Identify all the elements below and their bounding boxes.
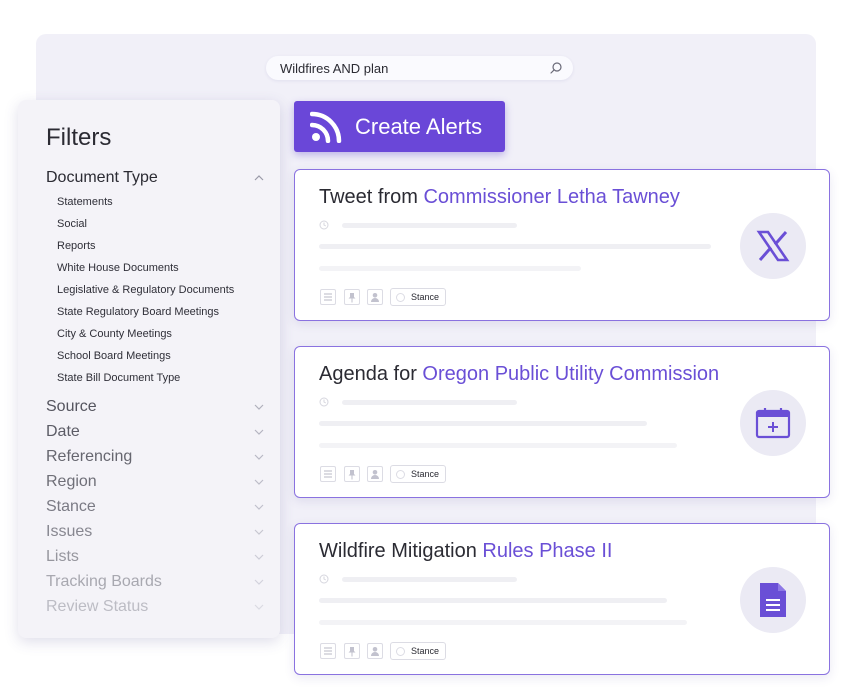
card-connector: for <box>387 363 423 385</box>
filter-section-label: Source <box>46 398 97 415</box>
filter-section-issues[interactable]: Issues <box>46 521 264 543</box>
filter-section-label: Lists <box>46 548 79 565</box>
filter-item-city-county-meetings[interactable]: City & County Meetings <box>57 328 172 340</box>
filter-section-region[interactable]: Region <box>46 471 264 493</box>
filter-item-white-house-documents[interactable]: White House Documents <box>57 262 179 274</box>
result-card-document[interactable]: Wildfire Mitigation Rules Phase II Stanc… <box>294 523 830 675</box>
skeleton-line <box>342 577 517 582</box>
filter-section-label: Issues <box>46 523 93 540</box>
stance-label: Stance <box>411 292 440 302</box>
card-type-label: Agenda <box>319 363 388 385</box>
card-title[interactable]: Agenda for Oregon Public Utility Commiss… <box>319 363 719 386</box>
stance-button[interactable]: Stance <box>390 642 446 660</box>
user-icon[interactable] <box>367 289 383 305</box>
chevron-down-icon[interactable] <box>254 402 264 412</box>
skeleton-line <box>342 223 517 228</box>
skeleton-line <box>342 400 517 405</box>
filter-section-review-status[interactable]: Review Status <box>46 596 264 618</box>
stance-label: Stance <box>411 646 440 656</box>
filter-section-label: Region <box>46 473 97 490</box>
stance-dot-icon <box>396 469 405 479</box>
card-entity-link[interactable]: Commissioner Letha Tawney <box>423 186 679 208</box>
card-title[interactable]: Tweet from Commissioner Letha Tawney <box>319 186 680 209</box>
filter-section-label: Document Type <box>46 169 158 186</box>
card-title[interactable]: Wildfire Mitigation Rules Phase II <box>319 540 612 563</box>
filter-section-label: Referencing <box>46 448 133 465</box>
filter-section-label: Stance <box>46 498 96 515</box>
chevron-up-icon[interactable] <box>254 173 264 183</box>
result-card-agenda[interactable]: Agenda for Oregon Public Utility Commiss… <box>294 346 830 498</box>
pin-icon[interactable] <box>344 466 360 482</box>
user-icon[interactable] <box>367 466 383 482</box>
chevron-down-icon[interactable] <box>254 477 264 487</box>
stance-label: Stance <box>411 469 440 479</box>
skeleton-line <box>319 421 647 426</box>
filter-section-tracking-boards[interactable]: Tracking Boards <box>46 571 264 593</box>
filter-section-source[interactable]: Source <box>46 396 264 418</box>
chevron-down-icon[interactable] <box>254 552 264 562</box>
chevron-down-icon[interactable] <box>254 427 264 437</box>
calendar-icon <box>740 390 806 456</box>
pin-icon[interactable] <box>344 643 360 659</box>
card-entity-link[interactable]: Oregon Public Utility Commission <box>422 363 719 385</box>
filter-item-state-regulatory-board[interactable]: State Regulatory Board Meetings <box>57 306 219 318</box>
clock-icon <box>319 574 329 584</box>
filter-section-referencing[interactable]: Referencing <box>46 446 264 468</box>
filter-section-date[interactable]: Date <box>46 421 264 443</box>
filters-panel: Filters Document Type Statements Social … <box>18 100 280 638</box>
card-type-label: Wildfire Mitigation <box>319 540 477 562</box>
document-icon <box>740 567 806 633</box>
chevron-down-icon[interactable] <box>254 527 264 537</box>
summary-icon[interactable] <box>320 289 336 305</box>
card-type-label: Tweet <box>319 186 373 208</box>
filter-item-social[interactable]: Social <box>57 218 87 230</box>
filter-item-state-bill-document-type[interactable]: State Bill Document Type <box>57 372 180 384</box>
chevron-down-icon[interactable] <box>254 502 264 512</box>
filter-section-label: Review Status <box>46 598 149 615</box>
filter-item-legislative-regulatory[interactable]: Legislative & Regulatory Documents <box>57 284 234 296</box>
summary-icon[interactable] <box>320 643 336 659</box>
filter-item-reports[interactable]: Reports <box>57 240 96 252</box>
card-connector: from <box>372 186 424 208</box>
summary-icon[interactable] <box>320 466 336 482</box>
skeleton-line <box>319 443 677 448</box>
user-icon[interactable] <box>367 643 383 659</box>
chevron-down-icon[interactable] <box>254 452 264 462</box>
stance-dot-icon <box>396 292 405 302</box>
clock-icon <box>319 397 329 407</box>
create-alerts-label: Create Alerts <box>355 113 483 139</box>
clock-icon <box>319 220 329 230</box>
filter-section-label: Date <box>46 423 80 440</box>
rss-icon <box>310 111 342 143</box>
chevron-down-icon[interactable] <box>254 577 264 587</box>
stance-button[interactable]: Stance <box>390 288 446 306</box>
stance-button[interactable]: Stance <box>390 465 446 483</box>
pin-icon[interactable] <box>344 289 360 305</box>
search-input[interactable]: Wildfires AND plan <box>280 61 549 76</box>
chevron-down-icon[interactable] <box>254 602 264 612</box>
filter-section-label: Tracking Boards <box>46 573 162 590</box>
filter-section-lists[interactable]: Lists <box>46 546 264 568</box>
skeleton-line <box>319 620 687 625</box>
filters-title: Filters <box>46 124 112 151</box>
skeleton-line <box>319 266 581 271</box>
search-bar[interactable]: Wildfires AND plan <box>266 56 573 80</box>
card-entity-link[interactable]: Rules Phase II <box>482 540 612 562</box>
filter-item-school-board-meetings[interactable]: School Board Meetings <box>57 350 171 362</box>
x-logo-icon <box>740 213 806 279</box>
filter-section-document-type[interactable]: Document Type <box>46 167 264 189</box>
search-icon[interactable] <box>549 61 563 75</box>
create-alerts-button[interactable]: Create Alerts <box>294 101 505 152</box>
result-card-tweet[interactable]: Tweet from Commissioner Letha Tawney Sta… <box>294 169 830 321</box>
filter-item-statements[interactable]: Statements <box>57 196 113 208</box>
stance-dot-icon <box>396 646 405 656</box>
filter-section-stance[interactable]: Stance <box>46 496 264 518</box>
skeleton-line <box>319 244 711 249</box>
skeleton-line <box>319 598 667 603</box>
